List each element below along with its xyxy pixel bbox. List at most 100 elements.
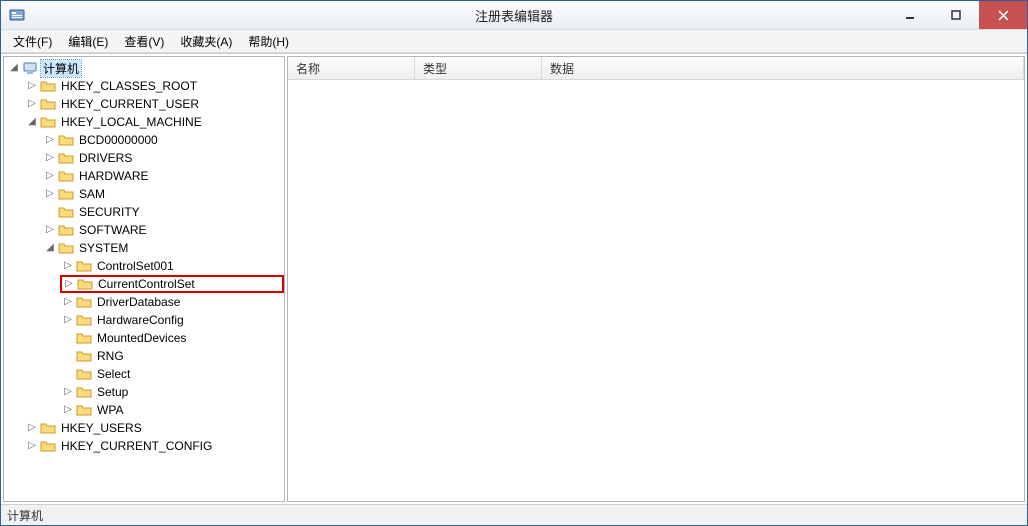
- tree-label: HKEY_CURRENT_USER: [59, 97, 201, 111]
- folder-icon: [58, 132, 74, 148]
- tree-label: Setup: [95, 385, 130, 399]
- status-path: 计算机: [7, 507, 43, 524]
- expand-toggle[interactable]: ▷: [44, 170, 56, 182]
- main-area: ◢ 计算机 ▷ HKEY_CLASSES_ROOT: [1, 53, 1027, 504]
- folder-icon: [76, 294, 92, 310]
- expand-toggle[interactable]: ▷: [26, 80, 38, 92]
- list-header: 名称 类型 数据: [288, 57, 1024, 80]
- computer-icon: [22, 60, 38, 76]
- tree-node-hku[interactable]: ▷ HKEY_USERS: [24, 419, 284, 437]
- expand-toggle[interactable]: ▷: [62, 404, 74, 416]
- tree-label: BCD00000000: [77, 133, 160, 147]
- tree-label: HKEY_LOCAL_MACHINE: [59, 115, 204, 129]
- tree-node-rng[interactable]: RNG: [60, 347, 284, 365]
- tree-label: WPA: [95, 403, 125, 417]
- tree-label: CurrentControlSet: [96, 277, 197, 291]
- app-icon: [9, 7, 25, 23]
- tree-node-software[interactable]: ▷SOFTWARE: [42, 221, 284, 239]
- tree-node-security[interactable]: SECURITY: [42, 203, 284, 221]
- tree-node-system[interactable]: ◢ SYSTEM ▷ControlSet001 ▷: [42, 239, 284, 419]
- annotation-highlight: ▷ CurrentControlSet: [60, 275, 284, 293]
- expand-toggle[interactable]: ▷: [62, 296, 74, 308]
- tree-node-drivers[interactable]: ▷ DRIVERS: [42, 149, 284, 167]
- column-data[interactable]: 数据: [542, 57, 1024, 79]
- tree-node-sam[interactable]: ▷SAM: [42, 185, 284, 203]
- tree-label: HKEY_CURRENT_CONFIG: [59, 439, 214, 453]
- expand-toggle[interactable]: ▷: [62, 386, 74, 398]
- expand-toggle[interactable]: ◢: [26, 116, 38, 128]
- tree-node-cs001[interactable]: ▷ControlSet001: [60, 257, 284, 275]
- folder-icon: [58, 150, 74, 166]
- menubar: 文件(F) 编辑(E) 查看(V) 收藏夹(A) 帮助(H): [1, 30, 1027, 53]
- menu-file[interactable]: 文件(F): [5, 31, 60, 52]
- tree-node-setup[interactable]: ▷ Setup: [60, 383, 284, 401]
- menu-help[interactable]: 帮助(H): [240, 31, 297, 52]
- expand-toggle[interactable]: ▷: [63, 278, 75, 290]
- tree-label: SECURITY: [77, 205, 142, 219]
- tree-label: DriverDatabase: [95, 295, 182, 309]
- expand-toggle[interactable]: ◢: [44, 242, 56, 254]
- folder-icon: [58, 222, 74, 238]
- folder-icon: [58, 186, 74, 202]
- tree-node-hkcr[interactable]: ▷ HKEY_CLASSES_ROOT: [24, 77, 284, 95]
- folder-icon: [58, 204, 74, 220]
- folder-icon: [76, 366, 92, 382]
- tree-node-hklm[interactable]: ◢ HKEY_LOCAL_MACHINE ▷ BCD00000000 ▷ DRIVE…: [24, 113, 284, 419]
- tree-node-driverdatabase[interactable]: ▷ DriverDatabase: [60, 293, 284, 311]
- tree-pane[interactable]: ◢ 计算机 ▷ HKEY_CLASSES_ROOT: [3, 56, 285, 502]
- tree-label: RNG: [95, 349, 126, 363]
- menu-view[interactable]: 查看(V): [116, 31, 172, 52]
- titlebar: 注册表编辑器: [1, 1, 1027, 30]
- folder-icon: [58, 240, 74, 256]
- tree-node-bcd[interactable]: ▷ BCD00000000: [42, 131, 284, 149]
- tree-node-hkcu[interactable]: ▷ HKEY_CURRENT_USER: [24, 95, 284, 113]
- expand-toggle[interactable]: ▷: [62, 314, 74, 326]
- folder-icon: [40, 420, 56, 436]
- tree-node-select[interactable]: Select: [60, 365, 284, 383]
- tree-label: Select: [95, 367, 132, 381]
- tree-node-hkcc[interactable]: ▷ HKEY_CURRENT_CONFIG: [24, 437, 284, 455]
- folder-icon: [40, 78, 56, 94]
- expand-toggle[interactable]: ▷: [26, 98, 38, 110]
- column-name[interactable]: 名称: [288, 57, 415, 79]
- expand-toggle[interactable]: ▷: [26, 422, 38, 434]
- expand-toggle[interactable]: ▷: [26, 440, 38, 452]
- column-type[interactable]: 类型: [415, 57, 542, 79]
- tree-node-computer[interactable]: ◢ 计算机 ▷ HKEY_CLASSES_ROOT: [6, 59, 284, 455]
- folder-icon: [40, 114, 56, 130]
- tree-label: 计算机: [41, 60, 81, 77]
- tree-node-currentcontrolset[interactable]: ▷ CurrentControlSet: [60, 275, 284, 293]
- folder-icon: [40, 96, 56, 112]
- folder-icon: [58, 168, 74, 184]
- list-pane[interactable]: 名称 类型 数据: [287, 56, 1025, 502]
- expand-toggle[interactable]: ▷: [44, 224, 56, 236]
- list-body: [288, 80, 1024, 501]
- folder-icon: [76, 258, 92, 274]
- expand-toggle[interactable]: ▷: [44, 152, 56, 164]
- tree-label: HardwareConfig: [95, 313, 186, 327]
- folder-icon: [76, 384, 92, 400]
- expand-toggle[interactable]: ◢: [8, 62, 20, 74]
- folder-icon: [76, 402, 92, 418]
- tree-node-hardwareconfig[interactable]: ▷ HardwareConfig: [60, 311, 284, 329]
- registry-editor-window: 注册表编辑器 文件(F) 编辑(E) 查看(V) 收藏夹(A) 帮助(H): [0, 0, 1028, 526]
- tree-node-mounteddevices[interactable]: MountedDevices: [60, 329, 284, 347]
- tree-node-wpa[interactable]: ▷ WPA: [60, 401, 284, 419]
- folder-icon: [76, 330, 92, 346]
- close-button[interactable]: [979, 1, 1027, 29]
- minimize-button[interactable]: [887, 1, 933, 29]
- tree-label: HKEY_CLASSES_ROOT: [59, 79, 199, 93]
- window-title: 注册表编辑器: [1, 6, 1027, 25]
- expand-toggle[interactable]: ▷: [44, 188, 56, 200]
- tree-label: MountedDevices: [95, 331, 188, 345]
- statusbar: 计算机: [1, 504, 1027, 525]
- expand-toggle[interactable]: ▷: [62, 260, 74, 272]
- tree-node-hardware[interactable]: ▷HARDWARE: [42, 167, 284, 185]
- folder-icon: [76, 312, 92, 328]
- folder-icon: [40, 438, 56, 454]
- menu-edit[interactable]: 编辑(E): [60, 31, 116, 52]
- maximize-button[interactable]: [933, 1, 979, 29]
- menu-favorites[interactable]: 收藏夹(A): [172, 31, 240, 52]
- expand-toggle[interactable]: ▷: [44, 134, 56, 146]
- tree-label: DRIVERS: [77, 151, 134, 165]
